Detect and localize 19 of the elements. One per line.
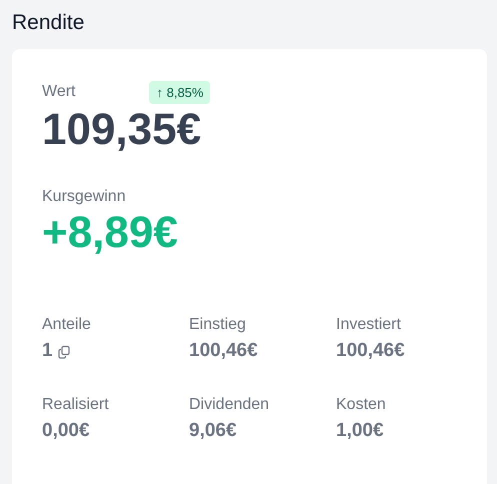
stat-value: 0,00€ <box>42 420 90 442</box>
stat-label: Einstieg <box>189 316 247 334</box>
stat-label: Kosten <box>336 396 387 414</box>
gain-label: Kursgewinn <box>42 188 127 206</box>
stat-value: 1 <box>42 340 53 362</box>
stat-label: Investiert <box>336 316 402 334</box>
value-label: Wert <box>42 83 76 101</box>
stat-value: 100,46€ <box>189 340 258 362</box>
change-badge: ↑ 8,85% <box>149 80 210 104</box>
gain-amount: +8,89€ <box>42 208 179 258</box>
stat-label: Realisiert <box>42 396 110 414</box>
stat-label: Dividenden <box>189 396 270 414</box>
value-amount: 109,35€ <box>42 105 202 155</box>
stat-value: 1,00€ <box>336 420 384 442</box>
copy-icon[interactable] <box>56 345 71 359</box>
stat-value: 100,46€ <box>336 340 405 362</box>
stat-label: Anteile <box>42 316 92 334</box>
section-title: Rendite <box>12 10 86 36</box>
stat-value: 9,06€ <box>189 420 237 442</box>
